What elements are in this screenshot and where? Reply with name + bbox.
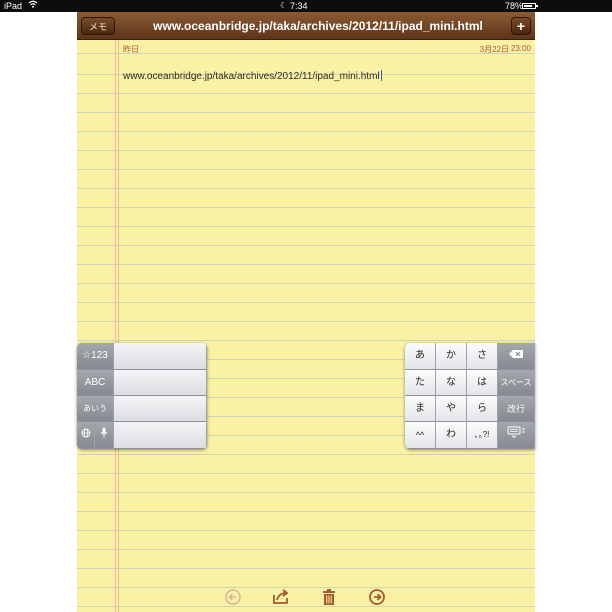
note-actions-bar xyxy=(77,582,535,612)
number-mode-key[interactable]: ☆123 xyxy=(77,343,114,370)
note-paper[interactable] xyxy=(77,40,535,612)
candidate-slot[interactable] xyxy=(114,396,207,422)
add-note-button[interactable]: + xyxy=(511,17,531,35)
kana-key-ha[interactable]: は xyxy=(467,370,498,396)
kana-key-wa[interactable]: わ xyxy=(436,422,467,449)
punctuation-key[interactable]: ､｡?! xyxy=(467,422,498,449)
battery-icon xyxy=(522,3,538,9)
battery-percent: 78% xyxy=(505,1,524,11)
margin-line xyxy=(118,40,119,612)
microphone-icon[interactable] xyxy=(95,422,114,449)
kana-key-a[interactable]: あ xyxy=(405,343,436,370)
kana-key-ma[interactable]: ま xyxy=(405,396,436,422)
text-cursor xyxy=(380,70,382,81)
note-body[interactable]: www.oceanbridge.jp/taka/archives/2012/11… xyxy=(123,70,382,82)
kana-key-sa[interactable]: さ xyxy=(467,343,498,370)
note-body-text: www.oceanbridge.jp/taka/archives/2012/11… xyxy=(123,71,380,82)
forward-arrow-icon[interactable] xyxy=(366,586,388,608)
note-title: www.oceanbridge.jp/taka/archives/2012/11… xyxy=(153,19,483,33)
share-icon[interactable] xyxy=(270,586,292,608)
memo-list-button[interactable]: メモ xyxy=(81,17,116,35)
kana-key-na[interactable]: な xyxy=(436,370,467,396)
candidate-slot[interactable] xyxy=(114,370,207,396)
emoticon-key[interactable]: ^^ xyxy=(405,422,436,449)
delete-icon[interactable] xyxy=(498,343,535,370)
kana-key-ya[interactable]: や xyxy=(436,396,467,422)
kana-key-ka[interactable]: か xyxy=(436,343,467,370)
candidate-slot[interactable] xyxy=(114,343,207,370)
note-day: 昨日 xyxy=(123,45,139,54)
kana-key-ta[interactable]: た xyxy=(405,370,436,396)
notes-app: メモ www.oceanbridge.jp/taka/archives/2012… xyxy=(77,0,535,612)
split-keyboard-right: あ か さ た な は スペース ま や ら 改行 ^^ わ ､｡?! xyxy=(405,343,535,449)
split-keyboard-left: ☆123 ABC あいう xyxy=(77,343,207,449)
abc-mode-key[interactable]: ABC xyxy=(77,370,114,396)
keyboard-hide-icon[interactable] xyxy=(498,422,535,449)
trash-icon[interactable] xyxy=(318,586,340,608)
kana-key-ra[interactable]: ら xyxy=(467,396,498,422)
back-arrow-icon[interactable] xyxy=(222,586,244,608)
device-label: iPad xyxy=(4,1,23,11)
globe-icon[interactable] xyxy=(77,422,95,449)
note-date: 3月22日 xyxy=(479,45,509,54)
clock-time: 7:34 xyxy=(290,1,308,11)
status-bar: iPad ☾ 7:34 78% xyxy=(0,0,612,12)
margin-line xyxy=(115,40,116,612)
candidate-slot[interactable] xyxy=(114,422,207,449)
moon-icon: ☾ xyxy=(280,1,288,10)
space-key[interactable]: スペース xyxy=(498,370,535,396)
wifi-icon xyxy=(28,0,38,12)
notes-toolbar: メモ www.oceanbridge.jp/taka/archives/2012… xyxy=(77,12,535,40)
note-time: 23:00 xyxy=(510,44,531,53)
return-key[interactable]: 改行 xyxy=(498,396,535,422)
kana-mode-key[interactable]: あいう xyxy=(77,396,114,422)
